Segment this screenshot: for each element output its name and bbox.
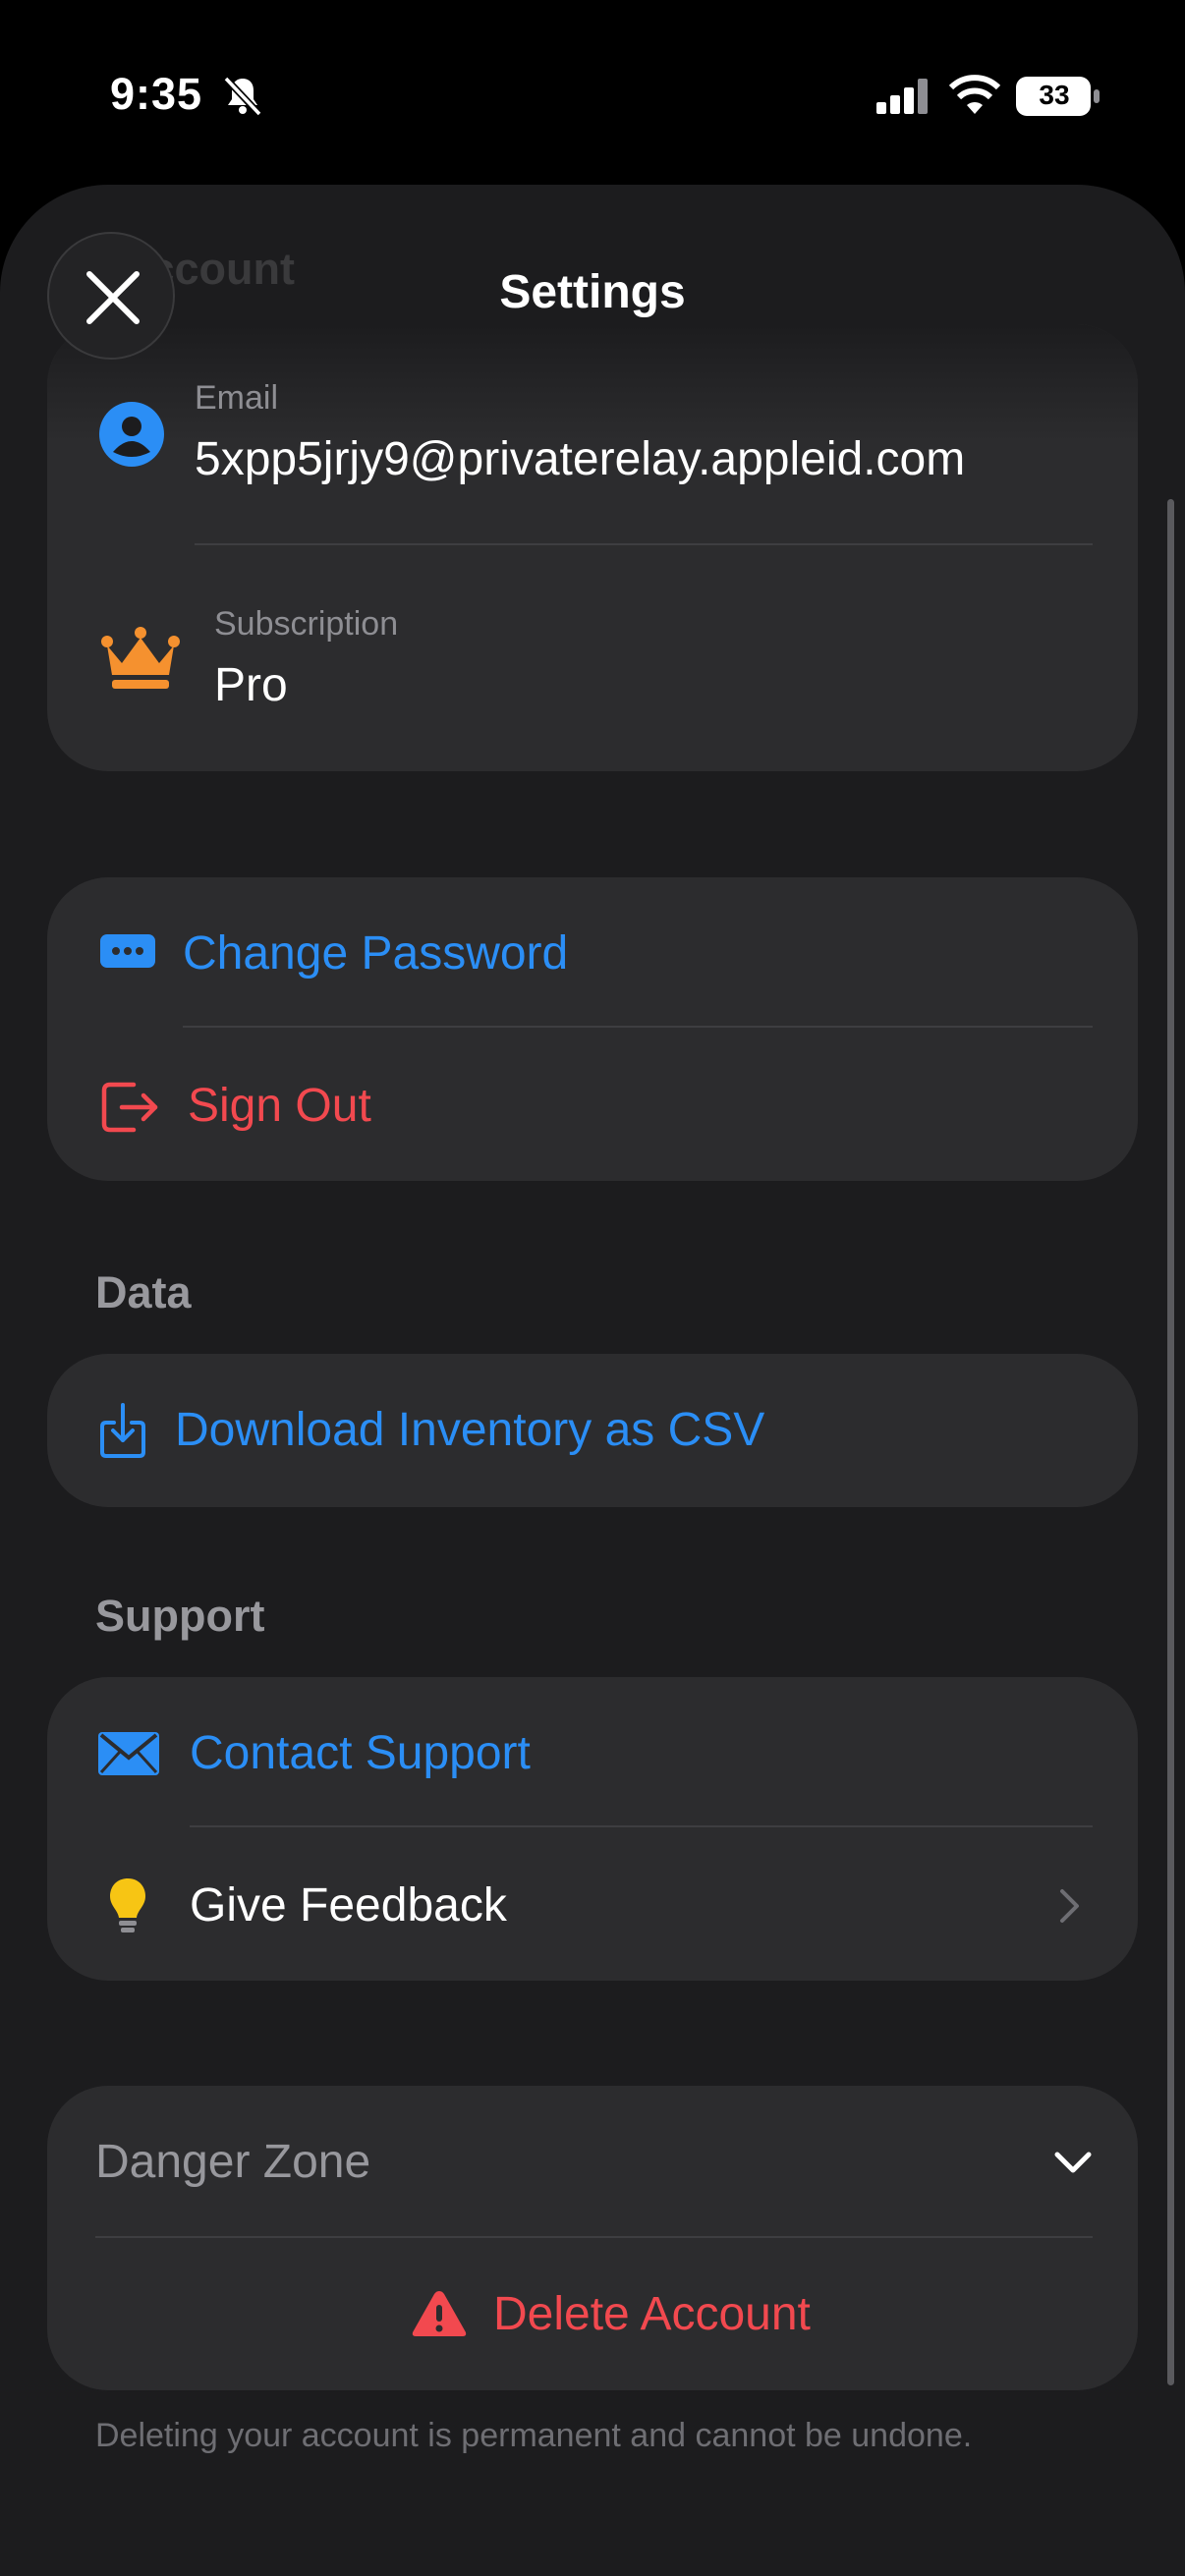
battery-level: 33 [1039, 80, 1070, 110]
sign-out-icon [101, 1082, 158, 1133]
change-password-row[interactable]: Change Password [47, 877, 1138, 1027]
divider [195, 543, 1093, 545]
give-feedback-label: Give Feedback [190, 1879, 507, 1932]
chevron-right-icon [1060, 1889, 1079, 1923]
envelope-icon [98, 1732, 159, 1775]
sign-out-label: Sign Out [188, 1080, 371, 1132]
warning-triangle-icon [412, 2291, 467, 2336]
contact-support-label: Contact Support [190, 1727, 531, 1779]
contact-support-row[interactable]: Contact Support [47, 1677, 1138, 1826]
danger-zone-header[interactable]: Danger Zone [47, 2086, 1138, 2237]
status-bar: 9:35 33 [0, 0, 1185, 187]
lightbulb-icon [110, 1878, 145, 1932]
give-feedback-row[interactable]: Give Feedback [47, 1827, 1138, 1981]
person-circle-icon [99, 402, 164, 467]
password-dots-icon [100, 934, 155, 968]
cellular-signal-icon [876, 79, 928, 114]
wifi-icon [949, 75, 1000, 114]
email-value: 5xpp5jrjy9@privaterelay.appleid.com [195, 433, 966, 485]
section-header-support: Support [95, 1591, 265, 1641]
danger-zone-title: Danger Zone [95, 2136, 371, 2188]
download-icon [100, 1403, 145, 1458]
download-csv-label: Download Inventory as CSV [175, 1404, 765, 1456]
delete-account-label: Delete Account [493, 2288, 811, 2340]
delete-account-button[interactable]: Delete Account [47, 2238, 1138, 2390]
section-header-data: Data [95, 1267, 192, 1317]
sign-out-row[interactable]: Sign Out [47, 1028, 1138, 1181]
email-label: Email [195, 379, 279, 417]
scrollbar[interactable] [1167, 499, 1174, 2385]
subscription-label: Subscription [214, 605, 399, 643]
change-password-label: Change Password [183, 927, 569, 980]
bell-slash-icon [223, 76, 262, 117]
crown-icon [101, 627, 180, 689]
chevron-down-icon [1054, 2152, 1092, 2173]
delete-footnote: Deleting your account is permanent and c… [95, 2417, 973, 2454]
page-title: Settings [499, 266, 686, 318]
status-time: 9:35 [110, 69, 203, 119]
download-csv-row[interactable]: Download Inventory as CSV [47, 1354, 1138, 1507]
subscription-value: Pro [214, 659, 288, 711]
